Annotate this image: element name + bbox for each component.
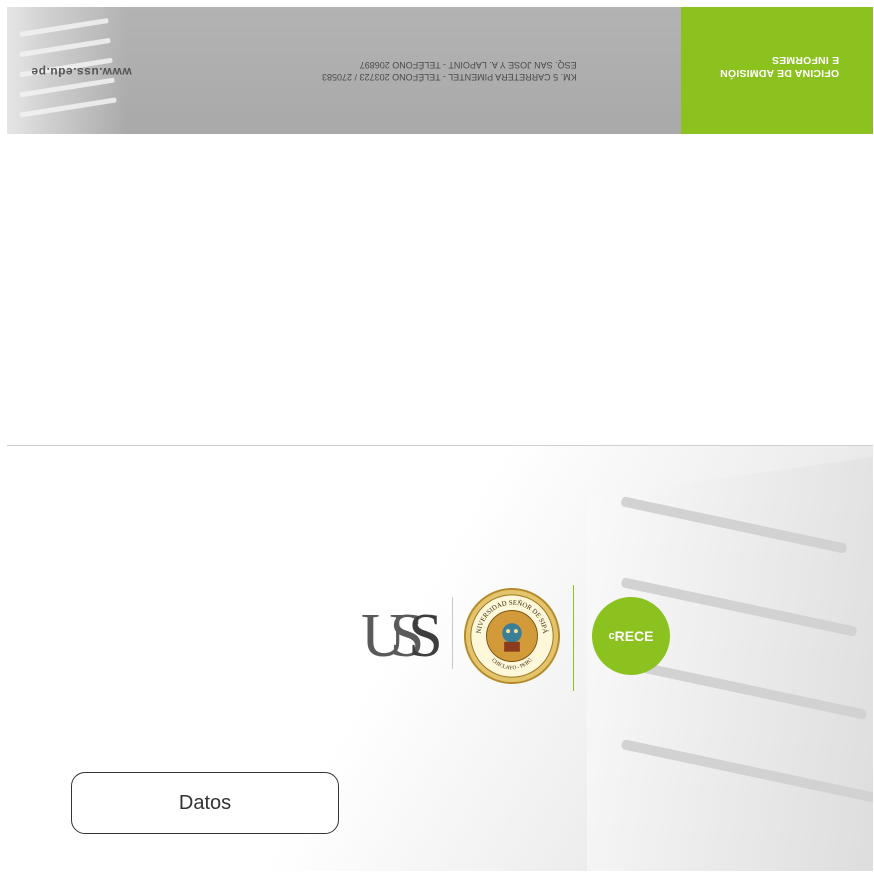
office-panel: OFICINA DE ADMISIÓN E INFORMES [681, 7, 873, 134]
address-block: KM. 5 CARRETERA PIMENTEL - TELÉFONO 2037… [322, 59, 577, 83]
datos-label: Datos [178, 791, 232, 814]
website-url[interactable]: www.uss.edu.pe [31, 65, 132, 79]
office-title: OFICINA DE ADMISIÓN E INFORMES [719, 54, 839, 79]
crece-logo: c RECE [592, 597, 670, 675]
address-line: KM. 5 CARRETERA PIMENTEL - TELÉFONO 2037… [322, 72, 577, 82]
university-seal-icon: UNIVERSIDAD SEÑOR DE SIPÁN CHICLAYO - PE… [463, 587, 561, 685]
brochure-sheet: www.uss.edu.pe KM. 5 CARRETERA PIMENTEL … [7, 7, 873, 871]
logo-divider [452, 597, 453, 669]
datos-field[interactable]: Datos [71, 772, 339, 834]
address-line: ESQ. SAN JOSE Y A. LAPOINT - TELÉFONO 20… [359, 60, 577, 70]
logo-divider [573, 585, 574, 691]
header-banner: www.uss.edu.pe KM. 5 CARRETERA PIMENTEL … [7, 7, 873, 134]
uss-logo: USS [361, 602, 443, 670]
